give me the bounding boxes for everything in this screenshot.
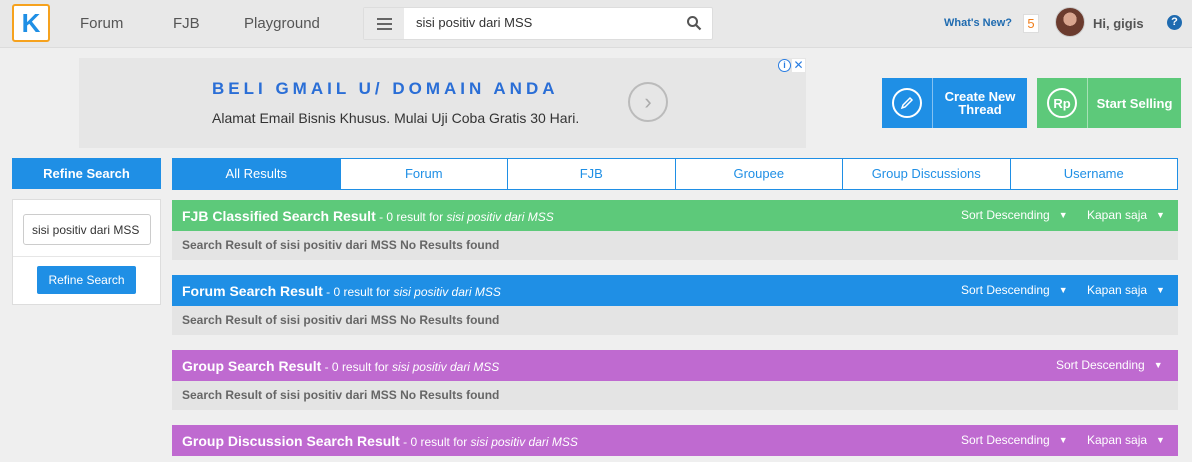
result-tabs: All Results Forum FJB Groupee Group Disc… xyxy=(172,158,1178,190)
nav-playground[interactable]: Playground xyxy=(244,15,320,32)
top-navbar: K Forum FJB Playground What's New? 5 Hi,… xyxy=(0,0,1192,48)
notification-count-badge[interactable]: 5 xyxy=(1023,14,1039,33)
group-discussion-results-section: Group Discussion Search Result - 0 resul… xyxy=(172,425,1178,456)
ad-info-icon[interactable]: i xyxy=(778,59,791,72)
result-count: - 0 result for xyxy=(321,360,392,374)
create-button-line2: Thread xyxy=(958,102,1002,117)
sort-label: Sort Descending xyxy=(961,208,1050,222)
refine-search-input[interactable] xyxy=(23,214,151,245)
sort-label: Sort Descending xyxy=(961,283,1050,297)
time-label: Kapan saja xyxy=(1087,433,1148,447)
result-query: sisi positiv dari MSS xyxy=(393,285,501,299)
sort-label: Sort Descending xyxy=(961,433,1050,447)
ad-subtitle: Alamat Email Bisnis Khusus. Mulai Uji Co… xyxy=(212,110,580,126)
sort-dropdown[interactable]: Sort Descending ▼ xyxy=(961,208,1068,222)
forum-results-section: Forum Search Result - 0 result for sisi … xyxy=(172,275,1178,335)
section-title: FJB Classified Search Result xyxy=(182,208,376,224)
help-icon[interactable]: ? xyxy=(1167,15,1182,30)
sort-label: Sort Descending xyxy=(1056,358,1145,372)
group-results-section: Group Search Result - 0 result for sisi … xyxy=(172,350,1178,410)
chevron-right-icon[interactable]: › xyxy=(628,82,668,122)
time-label: Kapan saja xyxy=(1087,283,1148,297)
caret-down-icon: ▼ xyxy=(1153,360,1163,370)
section-title: Group Discussion Search Result xyxy=(182,433,400,449)
no-results-message: Search Result of sisi positiv dari MSS N… xyxy=(172,306,1178,335)
section-header: Group Discussion Search Result - 0 resul… xyxy=(172,425,1178,456)
refine-search-panel: Refine Search xyxy=(12,199,161,305)
result-query: sisi positiv dari MSS xyxy=(391,360,500,374)
search-bar xyxy=(363,7,713,40)
sort-dropdown[interactable]: Sort Descending ▼ xyxy=(961,283,1068,297)
ad-close-icon[interactable]: ✕ xyxy=(792,59,805,72)
pencil-icon xyxy=(892,88,922,118)
caret-down-icon: ▼ xyxy=(1058,285,1068,295)
tab-all-results[interactable]: All Results xyxy=(173,159,340,189)
time-label: Kapan saja xyxy=(1087,208,1148,222)
whats-new-link[interactable]: What's New? xyxy=(944,17,1012,29)
divider xyxy=(13,256,160,257)
start-selling-label: Start Selling xyxy=(1096,95,1173,111)
time-filter-dropdown[interactable]: Kapan saja ▼ xyxy=(1087,283,1165,297)
nav-fjb[interactable]: FJB xyxy=(173,15,200,32)
tab-forum[interactable]: Forum xyxy=(339,159,507,189)
sort-dropdown[interactable]: Sort Descending ▼ xyxy=(1056,358,1163,372)
time-filter-dropdown[interactable]: Kapan saja ▼ xyxy=(1087,208,1165,222)
refine-search-heading: Refine Search xyxy=(12,158,161,189)
caret-down-icon: ▼ xyxy=(1156,435,1165,445)
ad-title: BELI GMAIL U/ DOMAIN ANDA xyxy=(212,79,559,98)
start-selling-button[interactable]: Rp Start Selling xyxy=(1037,78,1181,128)
caret-down-icon: ▼ xyxy=(1058,210,1068,220)
create-new-thread-button[interactable]: Create New Thread xyxy=(882,78,1027,128)
section-header: Group Search Result - 0 result for sisi … xyxy=(172,350,1178,381)
time-filter-dropdown[interactable]: Kapan saja ▼ xyxy=(1087,433,1165,447)
caret-down-icon: ▼ xyxy=(1058,435,1068,445)
nav-forum[interactable]: Forum xyxy=(80,15,123,32)
user-greeting[interactable]: Hi, gigis xyxy=(1093,16,1144,31)
result-query: sisi positiv dari MSS xyxy=(446,210,554,224)
caret-down-icon: ▼ xyxy=(1156,285,1165,295)
caret-down-icon: ▼ xyxy=(1156,210,1165,220)
kaskus-logo[interactable]: K xyxy=(12,4,50,42)
section-title: Group Search Result xyxy=(182,358,322,374)
refine-search-button[interactable]: Refine Search xyxy=(37,266,136,294)
logo-letter: K xyxy=(21,8,41,38)
result-count: - 0 result for xyxy=(399,435,471,449)
fjb-results-section: FJB Classified Search Result - 0 result … xyxy=(172,200,1178,260)
ad-banner[interactable]: BELI GMAIL U/ DOMAIN ANDA Alamat Email B… xyxy=(79,58,806,148)
sort-dropdown[interactable]: Sort Descending ▼ xyxy=(961,433,1068,447)
section-title: Forum Search Result xyxy=(182,283,323,299)
tab-fjb[interactable]: FJB xyxy=(507,159,675,189)
section-header: FJB Classified Search Result - 0 result … xyxy=(172,200,1178,231)
result-count: - 0 result for xyxy=(375,210,447,224)
hamburger-menu-icon[interactable] xyxy=(364,8,404,39)
no-results-message: Search Result of sisi positiv dari MSS N… xyxy=(172,381,1178,410)
tab-groupee[interactable]: Groupee xyxy=(674,159,842,189)
result-query: sisi positiv dari MSS xyxy=(470,435,578,449)
result-count: - 0 result for xyxy=(322,285,394,299)
section-header: Forum Search Result - 0 result for sisi … xyxy=(172,275,1178,306)
tab-group-discussions[interactable]: Group Discussions xyxy=(842,159,1010,189)
search-icon[interactable] xyxy=(686,15,702,31)
avatar[interactable] xyxy=(1055,7,1085,37)
search-input[interactable] xyxy=(416,15,676,30)
rupiah-icon: Rp xyxy=(1047,88,1077,118)
tab-username[interactable]: Username xyxy=(1009,159,1177,189)
no-results-message: Search Result of sisi positiv dari MSS N… xyxy=(172,231,1178,260)
